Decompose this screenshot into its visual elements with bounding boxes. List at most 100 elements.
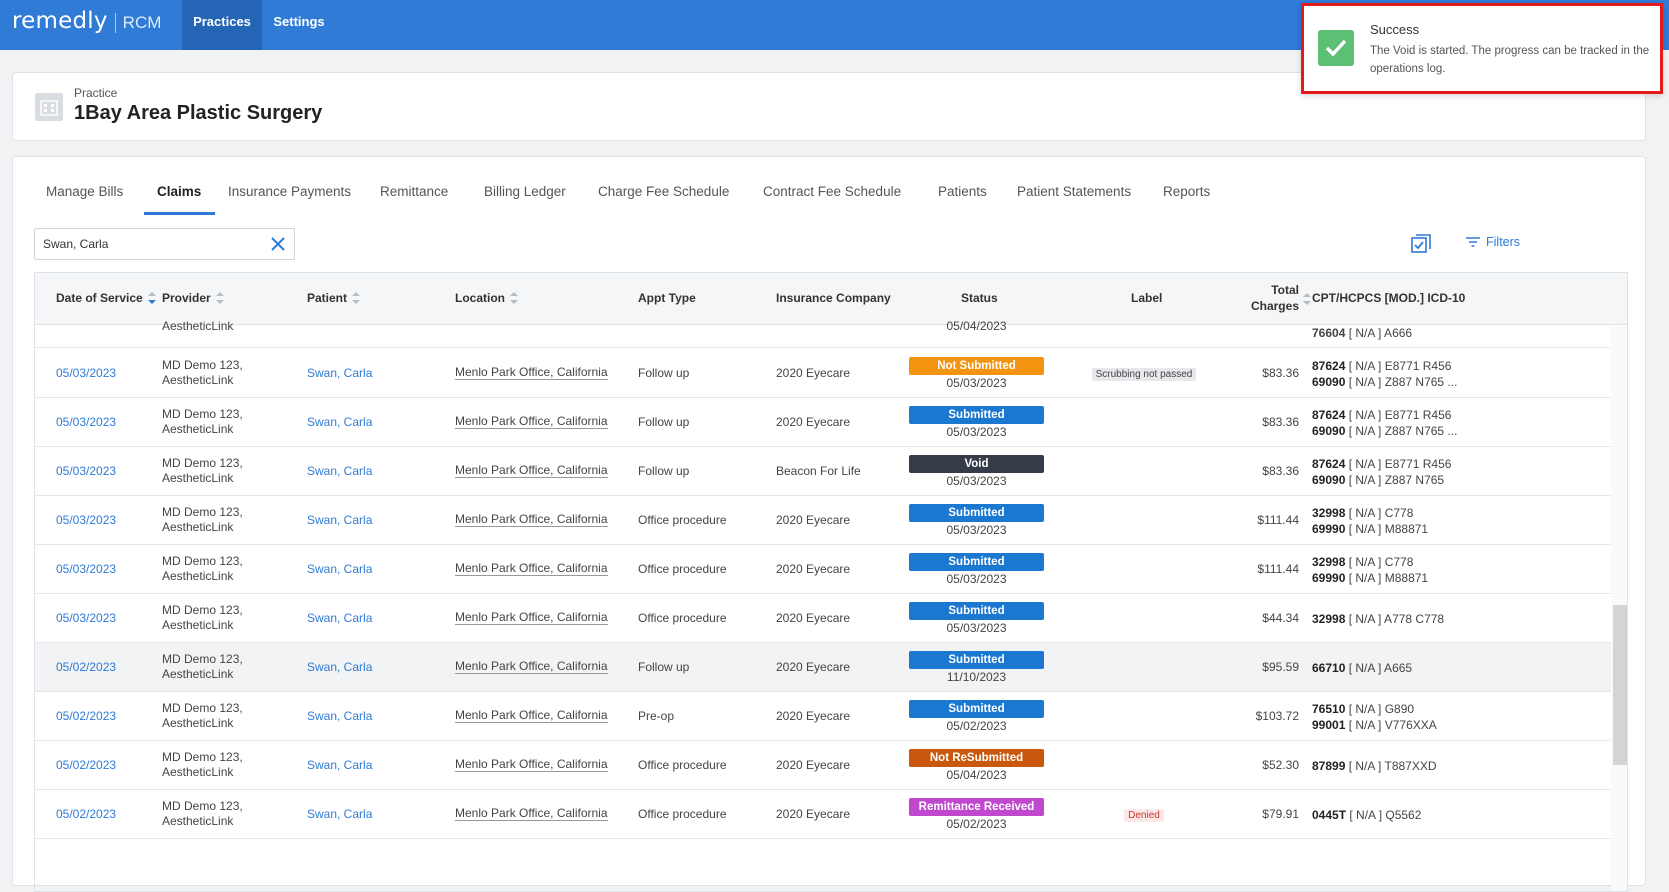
search-input[interactable]: Swan, Carla bbox=[34, 228, 295, 260]
location-cell[interactable]: Menlo Park Office, California bbox=[455, 464, 608, 478]
cpt-cell: 87624 [ N/A ] E8771 R456 69090 [ N/A ] Z8… bbox=[1312, 407, 1457, 439]
label-cell: Scrubbing not passed bbox=[1084, 366, 1204, 381]
table-row[interactable]: 05/02/2023 MD Demo 123, AestheticLink Swan,… bbox=[35, 643, 1611, 692]
status-badge: Submitted bbox=[909, 553, 1044, 571]
date-of-service-link[interactable]: 05/02/2023 bbox=[56, 758, 116, 772]
provider-cell: MD Demo 123, AestheticLink bbox=[162, 456, 243, 485]
date-of-service-link[interactable]: 05/03/2023 bbox=[56, 464, 116, 478]
col-total-charges[interactable]: Total Charges bbox=[1241, 282, 1299, 314]
date-of-service-link[interactable]: 05/03/2023 bbox=[56, 366, 116, 380]
table-row[interactable]: 05/02/2023 MD Demo 123, AestheticLink Swan,… bbox=[35, 790, 1611, 839]
brand-logo[interactable]: remedly RCM bbox=[12, 8, 161, 38]
tab-insurance-payments[interactable]: Insurance Payments bbox=[228, 184, 351, 199]
patient-link[interactable]: Swan, Carla bbox=[307, 513, 372, 527]
status-cell: Submitted 05/03/2023 bbox=[909, 504, 1044, 539]
cpt-code: 76510 bbox=[1312, 702, 1346, 716]
provider-cell: MD Demo 123, AestheticLink bbox=[162, 652, 243, 681]
location-cell[interactable]: Menlo Park Office, California bbox=[455, 709, 608, 723]
location-cell[interactable]: Menlo Park Office, California bbox=[455, 660, 608, 674]
tab-contract-fee-schedule[interactable]: Contract Fee Schedule bbox=[763, 184, 901, 199]
date-of-service-link[interactable]: 05/03/2023 bbox=[56, 513, 116, 527]
status-date: 05/02/2023 bbox=[946, 817, 1007, 831]
location-cell[interactable]: Menlo Park Office, California bbox=[455, 611, 608, 625]
cpt-detail: [ N/A ] C778 bbox=[1345, 506, 1414, 520]
cpt-code: 69090 bbox=[1312, 473, 1346, 487]
appt-type-cell: Follow up bbox=[638, 464, 690, 478]
sort-icon[interactable] bbox=[1303, 293, 1311, 305]
status-date: 05/04/2023 bbox=[946, 768, 1007, 782]
patient-link[interactable]: Swan, Carla bbox=[307, 807, 372, 821]
patient-link[interactable]: Swan, Carla bbox=[307, 464, 372, 478]
tab-billing-ledger[interactable]: Billing Ledger bbox=[484, 184, 566, 199]
location-cell[interactable]: Menlo Park Office, California bbox=[455, 415, 608, 429]
claim-label-tag: Scrubbing not passed bbox=[1091, 368, 1197, 381]
location-cell[interactable]: Menlo Park Office, California bbox=[455, 758, 608, 772]
table-row[interactable]: 05/02/2023 MD Demo 123, AestheticLink Swan,… bbox=[35, 741, 1611, 790]
status-cell: Submitted 05/03/2023 bbox=[909, 406, 1044, 441]
status-cell: Submitted 11/10/2023 bbox=[909, 651, 1044, 686]
status-date: 11/10/2023 bbox=[946, 670, 1007, 684]
table-row[interactable]: AestheticLink 05/04/2023 76604 [ N/A ] A… bbox=[35, 319, 1611, 348]
nav-settings[interactable]: Settings bbox=[268, 0, 330, 50]
cpt-code: 69990 bbox=[1312, 571, 1346, 585]
nav-practices[interactable]: Practices bbox=[182, 0, 262, 50]
date-of-service-link[interactable]: 05/03/2023 bbox=[56, 415, 116, 429]
col-provider[interactable]: Provider bbox=[162, 291, 224, 305]
success-toast[interactable]: Success The Void is started. The progres… bbox=[1301, 3, 1663, 94]
date-of-service-link[interactable]: 05/02/2023 bbox=[56, 709, 116, 723]
patient-link[interactable]: Swan, Carla bbox=[307, 562, 372, 576]
cpt-detail: [ N/A ] C778 bbox=[1345, 555, 1414, 569]
status-cell: Remittance Received 05/02/2023 bbox=[909, 798, 1044, 833]
patient-link[interactable]: Swan, Carla bbox=[307, 611, 372, 625]
tab-reports[interactable]: Reports bbox=[1163, 184, 1210, 199]
table-row[interactable]: 05/03/2023 MD Demo 123, AestheticLink Swan,… bbox=[35, 594, 1611, 643]
cpt-detail: [ N/A ] M88871 bbox=[1345, 522, 1429, 536]
insurance-cell: 2020 Eyecare bbox=[776, 660, 851, 674]
status-date: 05/03/2023 bbox=[946, 621, 1007, 635]
col-label: Label bbox=[1131, 291, 1163, 305]
table-row[interactable]: 05/03/2023 MD Demo 123, AestheticLink Swan,… bbox=[35, 349, 1611, 398]
cpt-detail: [ N/A ] Q5562 bbox=[1346, 808, 1422, 822]
filters-button[interactable]: Filters bbox=[1465, 235, 1520, 249]
table-row[interactable]: 05/03/2023 MD Demo 123, AestheticLink Swan,… bbox=[35, 447, 1611, 496]
scrollbar-thumb[interactable] bbox=[1613, 605, 1627, 765]
table-row[interactable]: 05/03/2023 MD Demo 123, AestheticLink Swan,… bbox=[35, 398, 1611, 447]
tab-patient-statements[interactable]: Patient Statements bbox=[1017, 184, 1131, 199]
location-cell[interactable]: Menlo Park Office, California bbox=[455, 366, 608, 380]
building-icon bbox=[35, 93, 63, 121]
patient-link[interactable]: Swan, Carla bbox=[307, 660, 372, 674]
tab-patients[interactable]: Patients bbox=[938, 184, 987, 199]
claims-table: Date of Service Provider Patient Locatio… bbox=[34, 272, 1628, 892]
cpt-cell: 0445T [ N/A ] Q5562 bbox=[1312, 807, 1421, 823]
bulk-select-icon[interactable] bbox=[1410, 233, 1432, 255]
location-cell[interactable]: Menlo Park Office, California bbox=[455, 513, 608, 527]
tab-claims[interactable]: Claims bbox=[157, 184, 201, 199]
col-location[interactable]: Location bbox=[455, 291, 518, 305]
table-row[interactable]: 05/03/2023 MD Demo 123, AestheticLink Swan,… bbox=[35, 545, 1611, 594]
col-patient[interactable]: Patient bbox=[307, 291, 361, 305]
tab-charge-fee-schedule[interactable]: Charge Fee Schedule bbox=[598, 184, 729, 199]
patient-link[interactable]: Swan, Carla bbox=[307, 709, 372, 723]
col-date-of-service[interactable]: Date of Service bbox=[56, 291, 156, 305]
cpt-cell: 32998 [ N/A ] A778 C778 bbox=[1312, 611, 1444, 627]
cpt-detail: [ N/A ] Z887 N765 bbox=[1345, 473, 1445, 487]
date-of-service-link[interactable]: 05/03/2023 bbox=[56, 562, 116, 576]
tab-remittance[interactable]: Remittance bbox=[380, 184, 448, 199]
close-icon[interactable] bbox=[268, 234, 288, 254]
practice-label: Practice bbox=[74, 86, 118, 100]
patient-link[interactable]: Swan, Carla bbox=[307, 758, 372, 772]
location-cell[interactable]: Menlo Park Office, California bbox=[455, 562, 608, 576]
patient-link[interactable]: Swan, Carla bbox=[307, 415, 372, 429]
location-cell[interactable]: Menlo Park Office, California bbox=[455, 807, 608, 821]
date-of-service-link[interactable]: 05/02/2023 bbox=[56, 660, 116, 674]
cpt-cell: 87899 [ N/A ] T887XXD bbox=[1312, 758, 1437, 774]
date-of-service-link[interactable]: 05/03/2023 bbox=[56, 611, 116, 625]
patient-link[interactable]: Swan, Carla bbox=[307, 366, 372, 380]
check-icon bbox=[1318, 30, 1354, 66]
appt-type-cell: Office procedure bbox=[638, 513, 727, 527]
table-row[interactable]: 05/02/2023 MD Demo 123, AestheticLink Swan,… bbox=[35, 692, 1611, 741]
tab-manage-bills[interactable]: Manage Bills bbox=[46, 184, 123, 199]
table-row[interactable]: 05/03/2023 MD Demo 123, AestheticLink Swan,… bbox=[35, 496, 1611, 545]
total-charges-cell: $111.44 bbox=[1257, 562, 1299, 576]
date-of-service-link[interactable]: 05/02/2023 bbox=[56, 807, 116, 821]
